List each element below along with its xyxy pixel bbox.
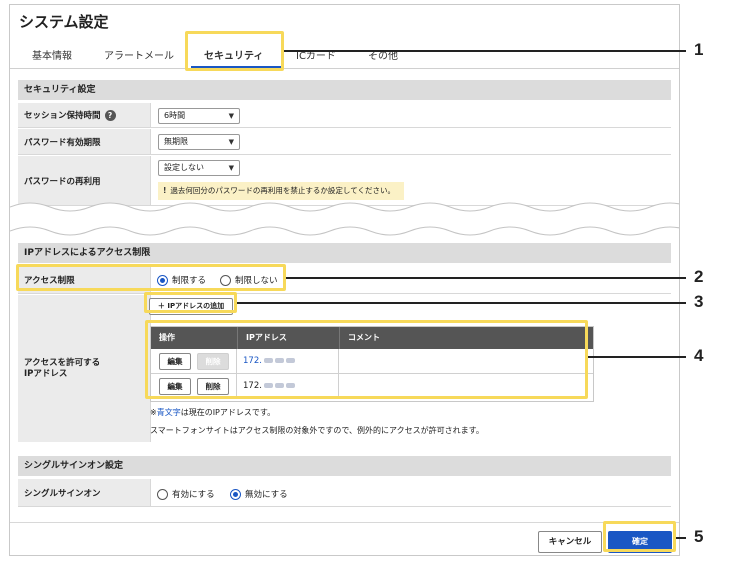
callout-2: 2	[694, 267, 704, 286]
current-ip-note: ※青文字は現在のIPアドレスです。	[150, 408, 276, 417]
access-restriction-label: アクセス制限	[18, 266, 151, 293]
caret-down-icon: ▼	[228, 164, 234, 172]
allowed-ip-label: アクセスを許可する IPアドレス	[18, 295, 151, 442]
table-header-comment: コメント	[339, 327, 593, 349]
ip-table: 操作 IPアドレス コメント 編集 削除 172. 編集 削除 172.	[150, 326, 594, 402]
callout-3: 3	[694, 292, 704, 311]
ip-cell: 172.	[237, 374, 339, 399]
callout-line-2	[286, 277, 686, 279]
cancel-button[interactable]: キャンセル	[538, 531, 602, 553]
session-row: セッション保持時間 ? 6時間 ▼	[18, 103, 671, 128]
confirm-button[interactable]: 確定	[608, 531, 672, 553]
tab-security[interactable]: セキュリティ	[204, 47, 263, 62]
callout-4: 4	[694, 346, 704, 365]
callout-line-4	[588, 356, 686, 358]
warning-icon: !	[163, 186, 167, 195]
add-ip-button[interactable]: ＋ IPアドレスの追加	[149, 298, 233, 315]
session-select[interactable]: 6時間 ▼	[158, 108, 240, 124]
password-reuse-select[interactable]: 設定しない ▼	[158, 160, 240, 176]
page-title: システム設定	[19, 13, 109, 31]
tab-bar: 基本情報 アラートメール セキュリティ ICカード その他	[10, 41, 679, 69]
radio-unselected-icon	[220, 274, 231, 286]
caret-down-icon: ▼	[228, 112, 234, 120]
access-restriction-row: アクセス制限 制限する 制限しない	[18, 266, 671, 294]
restrict-off-radio[interactable]: 制限しない	[220, 274, 278, 286]
password-expiry-select[interactable]: 無期限 ▼	[158, 134, 240, 150]
comment-cell	[339, 374, 593, 399]
delete-button-disabled: 削除	[197, 353, 229, 370]
sso-section-header: シングルサインオン設定	[18, 456, 671, 476]
table-row: 編集 削除	[151, 349, 237, 374]
tab-basic-info[interactable]: 基本情報	[32, 47, 72, 62]
callout-line-1	[284, 50, 686, 52]
sso-disable-radio[interactable]: 無効にする	[230, 488, 288, 500]
radio-selected-icon	[157, 274, 168, 286]
table-row: 編集 削除	[151, 374, 237, 399]
password-expiry-label: パスワード有効期限	[18, 129, 151, 154]
caret-down-icon: ▼	[228, 138, 234, 146]
table-header-operation: 操作	[151, 327, 237, 349]
restrict-on-radio[interactable]: 制限する	[157, 274, 206, 286]
callout-1: 1	[694, 40, 704, 59]
edit-button[interactable]: 編集	[159, 353, 191, 370]
radio-selected-icon	[230, 488, 241, 500]
radio-unselected-icon	[157, 488, 168, 500]
ip-section-header: IPアドレスによるアクセス制限	[18, 243, 671, 263]
footer-divider	[10, 522, 679, 523]
sso-row: シングルサインオン 有効にする 無効にする	[18, 479, 671, 507]
section-break-wave	[10, 202, 679, 236]
session-label: セッション保持時間 ?	[18, 103, 151, 127]
callout-line-5	[676, 537, 686, 539]
sso-enable-radio[interactable]: 有効にする	[157, 488, 215, 500]
help-icon[interactable]: ?	[104, 109, 116, 121]
callout-line-3	[237, 302, 686, 304]
settings-panel: システム設定 基本情報 アラートメール セキュリティ ICカード その他 セキュ…	[9, 4, 680, 556]
smartphone-note: スマートフォンサイトはアクセス制限の対象外ですので、例外的にアクセスが許可されま…	[150, 426, 484, 435]
session-label-text: セッション保持時間	[24, 111, 101, 121]
tab-alert-mail[interactable]: アラートメール	[104, 47, 174, 62]
active-tab-indicator	[191, 66, 283, 68]
security-section-header: セキュリティ設定	[18, 80, 671, 100]
delete-button[interactable]: 削除	[197, 378, 229, 395]
sso-label: シングルサインオン	[18, 479, 151, 506]
table-header-ip: IPアドレス	[237, 327, 339, 349]
callout-5: 5	[694, 527, 704, 546]
ip-cell-current: 172.	[237, 349, 339, 374]
password-expiry-row: パスワード有効期限 無期限 ▼	[18, 129, 671, 155]
edit-button[interactable]: 編集	[159, 378, 191, 395]
comment-cell	[339, 349, 593, 374]
